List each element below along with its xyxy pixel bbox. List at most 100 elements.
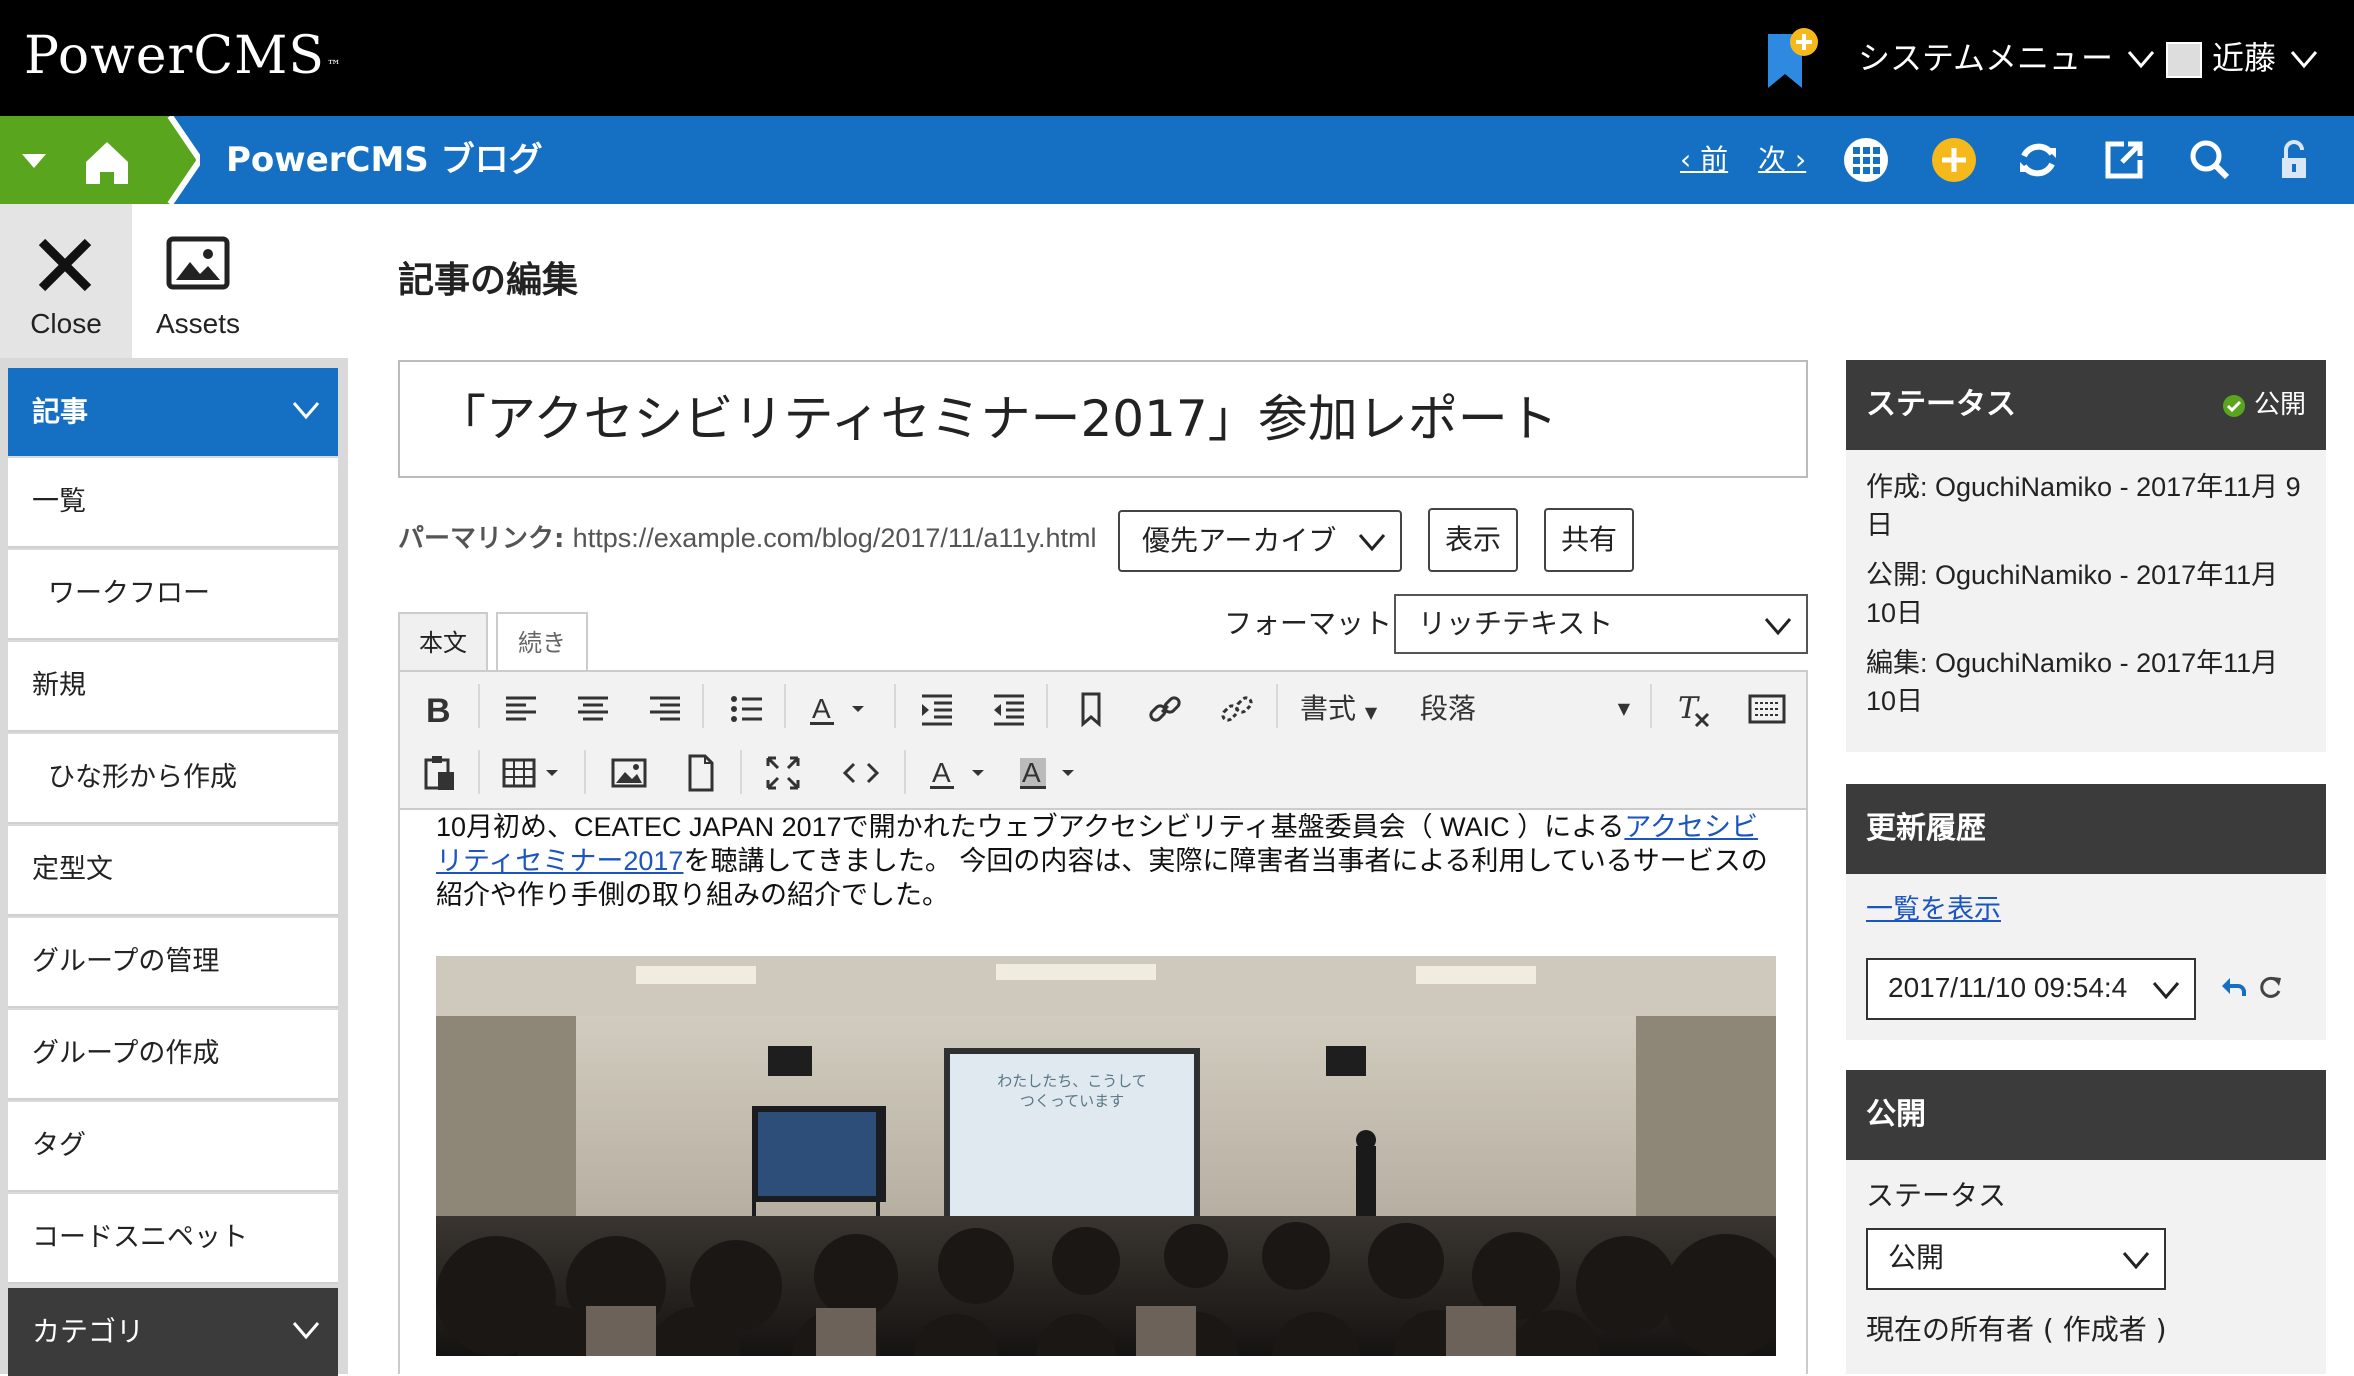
- quick-actions: Close Assets: [0, 204, 348, 358]
- format-label: フォーマット:: [1224, 607, 1402, 640]
- paragraph-menu[interactable]: 段落 ▼: [1420, 684, 1630, 734]
- keyboard-icon[interactable]: [1742, 684, 1792, 734]
- grid-icon[interactable]: [1840, 134, 1892, 186]
- user-name: 近藤: [2212, 39, 2277, 77]
- background-color-icon[interactable]: A: [1012, 748, 1062, 798]
- source-code-icon[interactable]: [836, 748, 886, 798]
- format-select[interactable]: リッチテキスト: [1394, 594, 1808, 654]
- seminar-photo[interactable]: わたしたち、こうして つくっています: [436, 956, 1776, 1356]
- prev-link[interactable]: ‹ 前: [1680, 143, 1728, 176]
- sidebar-item-boilerplate[interactable]: 定型文: [8, 826, 338, 916]
- insert-file-icon[interactable]: [676, 748, 726, 798]
- clear-format-icon[interactable]: T: [1668, 684, 1718, 734]
- svg-text:T: T: [1678, 691, 1700, 726]
- insert-image-icon[interactable]: [604, 748, 654, 798]
- tab-body[interactable]: 本文: [398, 612, 488, 672]
- rich-text-editor[interactable]: 10月初め、CEATEC JAPAN 2017で開かれたウェブアクセシビリティ基…: [398, 810, 1808, 1374]
- status-panel-title: ステータス: [1866, 387, 2016, 422]
- entry-pager: ‹ 前次 ›: [1680, 138, 1836, 182]
- bullet-list-icon[interactable]: [722, 684, 772, 734]
- publish-status-select[interactable]: 公開: [1866, 1228, 2166, 1290]
- caret-down-icon[interactable]: [540, 748, 564, 798]
- close-button[interactable]: Close: [0, 204, 132, 358]
- caret-down-icon[interactable]: [966, 748, 990, 798]
- sidebar-item-group-manage[interactable]: グループの管理: [8, 918, 338, 1008]
- view-history-link[interactable]: 一覧を表示: [1866, 890, 2001, 930]
- archive-select-value: 優先アーカイブ: [1142, 524, 1337, 557]
- site-switcher[interactable]: [0, 116, 200, 204]
- sidebar-item-list[interactable]: 一覧: [8, 458, 338, 548]
- external-link-icon[interactable]: [2098, 134, 2150, 186]
- align-center-icon[interactable]: [568, 684, 618, 734]
- svg-text:B: B: [426, 692, 451, 730]
- archive-select[interactable]: 優先アーカイブ: [1118, 510, 1402, 572]
- body-text: 10月初め、CEATEC JAPAN 2017で開かれたウェブアクセシビリティ基…: [436, 812, 1625, 842]
- bookmark-icon[interactable]: [1066, 684, 1116, 734]
- indent-icon[interactable]: [912, 684, 962, 734]
- status-panel-body: 作成: OguchiNamiko - 2017年11月 9日 公開: Oguch…: [1846, 450, 2326, 752]
- share-button[interactable]: 共有: [1544, 508, 1634, 572]
- paragraph-menu-label: 段落: [1420, 692, 1477, 725]
- outdent-icon[interactable]: [984, 684, 1034, 734]
- format-menu-label: 書式: [1300, 692, 1357, 725]
- unlink-icon[interactable]: [1212, 684, 1262, 734]
- sidebar-item-code-snippets[interactable]: コードスニペット: [8, 1194, 338, 1284]
- text-color-icon[interactable]: A: [802, 684, 852, 734]
- chevron-down-icon: [2152, 982, 2180, 1000]
- sidebar-item-from-template[interactable]: ひな形から作成: [8, 734, 338, 824]
- link-icon[interactable]: [1140, 684, 1190, 734]
- bold-icon[interactable]: B: [414, 684, 464, 734]
- next-link[interactable]: 次 ›: [1758, 143, 1806, 176]
- publish-panel-body: ステータス 公開 現在の所有者 ( 作成者 ): [1846, 1160, 2326, 1374]
- global-header: PowerCMS ™ システムメニュー 近藤: [0, 0, 2354, 116]
- view-button[interactable]: 表示: [1428, 508, 1518, 572]
- sidebar-item-workflow[interactable]: ワークフロー: [8, 550, 338, 640]
- bookmark-add-icon[interactable]: [1760, 26, 1820, 92]
- powercms-logo[interactable]: PowerCMS ™: [24, 24, 342, 88]
- entry-title-input[interactable]: 「アクセシビリティセミナー2017」参加レポート: [398, 360, 1808, 478]
- svg-text:A: A: [812, 693, 831, 724]
- permalink: パーマリンク: https://example.com/blog/2017/11…: [398, 518, 1096, 559]
- svg-text:A: A: [1022, 757, 1041, 788]
- site-title[interactable]: PowerCMS ブログ: [226, 136, 543, 184]
- caret-down-icon[interactable]: [846, 684, 870, 734]
- revert-icon[interactable]: [2218, 974, 2248, 1000]
- font-color-icon[interactable]: A: [922, 748, 972, 798]
- add-icon[interactable]: [1928, 134, 1980, 186]
- user-menu[interactable]: 近藤: [2166, 36, 2318, 80]
- history-panel-title: 更新履歴: [1866, 811, 1986, 846]
- table-icon[interactable]: [496, 748, 546, 798]
- sidebar-item-new[interactable]: 新規: [8, 642, 338, 732]
- system-menu[interactable]: システムメニュー: [1858, 36, 2155, 80]
- caret-down-icon[interactable]: [1056, 748, 1080, 798]
- revision-select[interactable]: 2017/11/10 09:54:4: [1866, 958, 2196, 1020]
- close-icon: [38, 238, 92, 292]
- align-right-icon[interactable]: [640, 684, 690, 734]
- refresh-icon[interactable]: [2012, 134, 2064, 186]
- close-label: Close: [30, 308, 102, 339]
- reload-icon[interactable]: [2256, 974, 2284, 1000]
- fullscreen-icon[interactable]: [758, 748, 808, 798]
- search-icon[interactable]: [2184, 134, 2236, 186]
- caret-down-icon: ▼: [1617, 699, 1630, 718]
- status-panel-header[interactable]: ステータス 公開: [1846, 360, 2326, 450]
- paste-icon[interactable]: [414, 748, 464, 798]
- tab-more[interactable]: 続き: [496, 612, 588, 672]
- sidebar-section-entries[interactable]: 記事: [8, 368, 338, 456]
- align-left-icon[interactable]: [496, 684, 546, 734]
- published-badge-label: 公開: [2253, 390, 2306, 420]
- publish-status-value: 公開: [1888, 1241, 1945, 1274]
- system-menu-label: システムメニュー: [1858, 39, 2114, 77]
- permalink-url[interactable]: https://example.com/blog/2017/11/a11y.ht…: [573, 523, 1097, 553]
- assets-button[interactable]: Assets: [132, 204, 264, 358]
- history-panel-header[interactable]: 更新履歴: [1846, 784, 2326, 874]
- chevron-down-icon: [1764, 618, 1792, 636]
- sidebar-item-tags[interactable]: タグ: [8, 1102, 338, 1192]
- lock-icon[interactable]: [2268, 134, 2320, 186]
- sidebar-item-group-create[interactable]: グループの作成: [8, 1010, 338, 1100]
- format-menu[interactable]: 書式 ▼: [1300, 684, 1377, 738]
- avatar: [2166, 42, 2202, 78]
- sidebar-section-categories[interactable]: カテゴリ: [8, 1288, 338, 1376]
- publish-panel-header[interactable]: 公開: [1846, 1070, 2326, 1160]
- entry-body-text[interactable]: 10月初め、CEATEC JAPAN 2017で開かれたウェブアクセシビリティ基…: [436, 810, 1776, 912]
